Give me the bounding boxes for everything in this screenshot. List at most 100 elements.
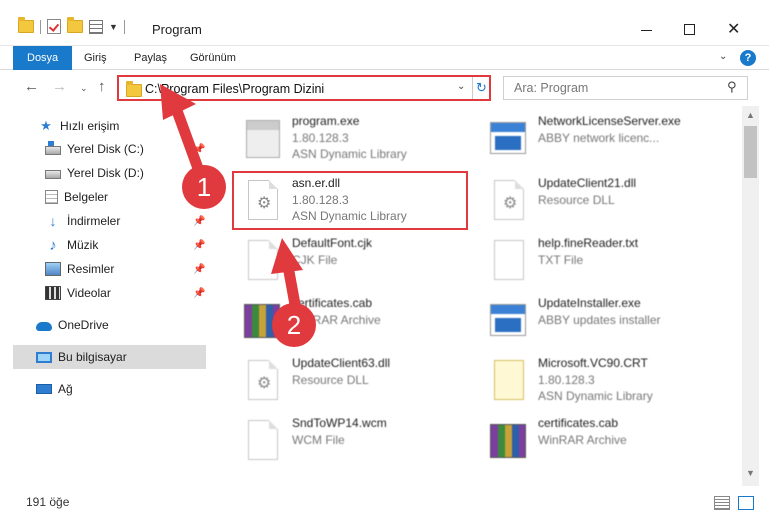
step-badge-1: 1 [182, 165, 226, 209]
pin-icon[interactable]: 📌 [193, 240, 205, 251]
file-tile[interactable]: Microsoft.VC90.CRT 1.80.128.3 ASN Dynami… [480, 352, 730, 410]
file-tile[interactable]: certificates.cab WinRAR Archive [480, 412, 730, 470]
sidebar-item-label: Ağ [58, 382, 73, 396]
address-path[interactable]: C:\Program Files\Program Dizini [145, 82, 324, 96]
chevron-down-icon[interactable]: ⌄ [719, 51, 727, 62]
properties-check-icon[interactable] [47, 19, 61, 34]
file-tile[interactable]: NetworkLicenseServer.exe ABBY network li… [480, 110, 730, 168]
file-tile[interactable]: ⚙ UpdateClient63.dll Resource DLL [234, 352, 484, 410]
file-name: certificates.cab [538, 416, 619, 430]
file-icon [242, 238, 282, 284]
toolbar-separator [40, 19, 41, 34]
file-name: help.fineReader.txt [538, 236, 639, 250]
file-tile[interactable]: UpdateInstaller.exe ABBY updates install… [480, 292, 730, 350]
help-icon[interactable]: ? [740, 50, 756, 66]
scroll-thumb[interactable] [744, 126, 757, 178]
file-detail: ASN Dynamic Library [292, 147, 407, 161]
recent-locations-icon[interactable]: ⌄ [80, 83, 88, 94]
search-input[interactable]: Ara: Program ⚲ [503, 76, 748, 100]
tiles-view-icon[interactable] [738, 496, 754, 510]
app-icon [488, 298, 528, 344]
tab-home[interactable]: Giriş [74, 46, 117, 70]
close-icon[interactable]: ✕ [727, 19, 740, 39]
sidebar-item-disk-d[interactable]: Yerel Disk (D:) [0, 161, 206, 185]
file-detail: ASN Dynamic Library [538, 389, 653, 403]
rar-icon [488, 418, 528, 464]
cloud-icon [36, 322, 52, 331]
navigation-pane: ★ Hızlı erişim Yerel Disk (C:) 📌 Yerel D… [0, 106, 212, 486]
sidebar-item-downloads[interactable]: ↓ İndirmeler 📌 [0, 209, 206, 233]
sidebar-item-label: İndirmeler [67, 214, 121, 228]
dll-icon: ⚙ [242, 358, 282, 404]
pictures-icon [45, 262, 61, 276]
sidebar-item-label: Yerel Disk (D:) [67, 166, 144, 180]
tab-view[interactable]: Görünüm [180, 46, 246, 70]
sidebar-item-label: Resimler [67, 262, 115, 276]
file-detail: ABBY updates installer [538, 313, 661, 327]
sidebar-item-videos[interactable]: Videolar 📌 [0, 281, 206, 305]
sidebar-item-label: Hızlı erişim [60, 119, 120, 133]
sidebar-item-this-pc[interactable]: Bu bilgisayar [13, 345, 206, 369]
pin-icon[interactable]: 📌 [193, 216, 205, 227]
sidebar-item-label: Belgeler [64, 190, 109, 204]
sidebar-item-label: Bu bilgisayar [58, 350, 127, 364]
file-tile[interactable]: SndToWP14.wcm WCM File [234, 412, 484, 470]
search-icon[interactable]: ⚲ [727, 79, 737, 95]
forward-arrow-icon[interactable]: → [52, 78, 67, 95]
file-detail: ABBY network licenc... [538, 131, 660, 145]
scroll-down-icon[interactable]: ▼ [746, 468, 755, 478]
file-name: UpdateInstaller.exe [538, 296, 641, 310]
list-icon[interactable] [89, 19, 103, 34]
file-name: program.exe [292, 114, 360, 128]
sidebar-item-pictures[interactable]: Resimler 📌 [0, 257, 206, 281]
new-folder-icon[interactable] [67, 17, 83, 33]
sidebar-item-network[interactable]: Ağ [0, 377, 206, 401]
tab-file[interactable]: Dosya [13, 46, 73, 70]
file-detail: Resource DLL [538, 193, 615, 207]
sidebar-item-documents[interactable]: Belgeler [0, 185, 206, 209]
exe-icon [242, 116, 282, 162]
step-badge-2: 2 [272, 303, 316, 347]
file-detail: 1.80.128.3 [538, 373, 595, 387]
maximize-icon[interactable] [684, 24, 695, 35]
vertical-scrollbar[interactable]: ▲ ▼ [742, 106, 759, 486]
file-detail: 1.80.128.3 [292, 131, 349, 145]
pin-icon[interactable]: 📌 [193, 288, 205, 299]
file-name: NetworkLicenseServer.exe [538, 114, 681, 128]
file-tile[interactable]: ⚙ UpdateClient21.dll Resource DLL [480, 172, 730, 230]
file-name: Microsoft.VC90.CRT [538, 356, 648, 370]
download-icon: ↓ [49, 213, 57, 229]
ribbon-tabs: Dosya Giriş Paylaş Görünüm ⌄ ? [0, 46, 769, 70]
address-bar[interactable]: C:\Program Files\Program Dizini ⌄ ↻ [117, 75, 491, 101]
file-detail: CJK File [292, 253, 338, 267]
minimize-icon[interactable] [641, 30, 652, 31]
chevron-down-icon[interactable]: ⌄ [457, 81, 465, 92]
folder-icon[interactable] [18, 17, 34, 33]
file-highlight-box [232, 171, 468, 230]
chevron-down-icon[interactable]: ▼ [109, 22, 118, 32]
sidebar-item-onedrive[interactable]: OneDrive [0, 313, 206, 337]
status-bar: 191 öğe [0, 486, 769, 521]
documents-icon [45, 190, 58, 204]
title-bar: ▼ Program ✕ [0, 0, 769, 46]
details-view-icon[interactable] [714, 496, 730, 510]
file-name: UpdateClient63.dll [292, 356, 391, 370]
sidebar-item-quick-access[interactable]: ★ Hızlı erişim [0, 114, 206, 138]
sidebar-item-disk-c[interactable]: Yerel Disk (C:) 📌 [0, 137, 206, 161]
sidebar-item-music[interactable]: ♪ Müzik 📌 [0, 233, 206, 257]
tab-share[interactable]: Paylaş [124, 46, 177, 70]
file-tile[interactable]: DefaultFont.cjk CJK File [234, 232, 484, 290]
file-detail: TXT File [538, 253, 584, 267]
refresh-icon[interactable]: ↻ [472, 77, 490, 99]
back-arrow-icon[interactable]: ← [24, 78, 39, 95]
sidebar-item-label: Videolar [67, 286, 111, 300]
pin-icon[interactable]: 📌 [193, 264, 205, 275]
app-icon [488, 116, 528, 162]
up-arrow-icon[interactable]: ↑ [98, 78, 106, 95]
file-detail: WCM File [292, 433, 345, 447]
pin-icon[interactable]: 📌 [193, 144, 205, 155]
file-tile[interactable]: program.exe 1.80.128.3 ASN Dynamic Libra… [234, 110, 484, 168]
scroll-up-icon[interactable]: ▲ [746, 110, 755, 120]
file-detail: Resource DLL [292, 373, 369, 387]
file-tile[interactable]: help.fineReader.txt TXT File [480, 232, 730, 290]
